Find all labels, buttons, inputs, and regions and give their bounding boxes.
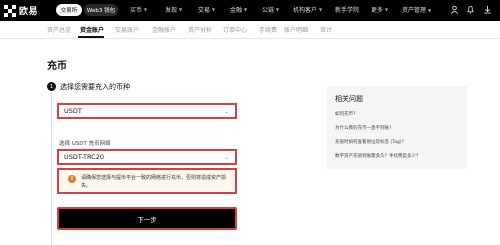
subtab-finance-account[interactable]: 金融账户 bbox=[152, 25, 176, 34]
subtab-asset-overview[interactable]: 资产总览 bbox=[47, 25, 71, 34]
tab-web3-wallet[interactable]: Web3 钱包 bbox=[84, 4, 118, 16]
coin-select-value: USDT bbox=[64, 107, 82, 115]
nav-item-more[interactable]: 更多 ▼ bbox=[371, 5, 388, 14]
chevron-down-icon: ▼ bbox=[212, 7, 216, 12]
nav-label: 更多 bbox=[371, 7, 384, 14]
chevron-down-icon: ▼ bbox=[319, 7, 323, 12]
nav-item-trade[interactable]: 交易 ▼ bbox=[198, 5, 215, 14]
nav-label: 买币 bbox=[130, 7, 143, 14]
active-tab-indicator bbox=[78, 36, 104, 38]
nav-item-institutional[interactable]: 机构客户 ▼ bbox=[293, 5, 322, 14]
user-icon[interactable] bbox=[450, 5, 459, 14]
faq-link[interactable]: 为什么我的充币一直不到账？ bbox=[335, 125, 459, 131]
subtab-trading-account[interactable]: 交易账户 bbox=[115, 25, 139, 34]
nav-label: 新手学院 bbox=[335, 7, 360, 14]
faq-link[interactable]: 数字资产充值到账需多久？手续费是多少？ bbox=[335, 153, 459, 159]
chevron-down-icon: ▼ bbox=[385, 7, 389, 12]
nav-item-discover[interactable]: 发现 ▼ bbox=[165, 5, 182, 14]
network-warning-notice: ! 请确保您选择与提币平台一致的网络进行充币，否则将造成资产损失。 bbox=[57, 168, 237, 194]
network-select-label: 选择 USDT 充币网络 bbox=[59, 141, 111, 147]
subtab-fees[interactable]: 手续费 bbox=[259, 25, 277, 34]
related-questions-title: 相关问题 bbox=[335, 95, 363, 103]
coin-select[interactable]: USDT ⌄ bbox=[57, 103, 237, 119]
step-connector-line bbox=[51, 92, 52, 245]
account-subnav: 资产总览 资金账户 交易账户 金融账户 资产分析 订单中心 手续费 账户明细 审… bbox=[0, 21, 500, 39]
asset-management-menu[interactable]: 资产管理 ▼ bbox=[402, 5, 431, 14]
next-step-button[interactable]: 下一步 bbox=[57, 207, 237, 230]
asset-management-label: 资产管理 bbox=[402, 7, 427, 14]
faq-link[interactable]: 充值时如何查看地址及标签 (Tag)？ bbox=[335, 139, 459, 145]
nav-label: 金融 bbox=[230, 7, 243, 14]
subtab-audit[interactable]: 审计 bbox=[320, 25, 332, 34]
related-questions-panel: 相关问题 如何充币？ 为什么我的充币一直不到账？ 充值时如何查看地址及标签 (T… bbox=[327, 86, 467, 169]
nav-item-finance[interactable]: 金融 ▼ bbox=[230, 5, 247, 14]
logo-text: 欧易 bbox=[19, 7, 39, 17]
top-navbar: 欧易 交易所 Web3 钱包 买币 ▼ 发现 ▼ 交易 ▼ 金融 ▼ 公链 ▼ 机构客户 ▼… bbox=[0, 0, 500, 21]
nav-label: 公链 bbox=[262, 7, 275, 14]
chevron-down-icon: ▼ bbox=[428, 8, 432, 13]
subtab-asset-analysis[interactable]: 资产分析 bbox=[188, 25, 212, 34]
subtab-order-center[interactable]: 订单中心 bbox=[223, 25, 247, 34]
network-select-value: USDT-TRC20 bbox=[64, 153, 104, 161]
subtab-funding-account[interactable]: 资金账户 bbox=[80, 25, 104, 34]
step-title: 选择您需要充入的币种 bbox=[60, 83, 130, 91]
tab-exchange[interactable]: 交易所 bbox=[56, 4, 82, 16]
warning-text: 请确保您选择与提币平台一致的网络进行充币，否则将造成资产损失。 bbox=[81, 175, 227, 189]
page-title: 充币 bbox=[47, 61, 67, 72]
okx-logo-icon bbox=[4, 4, 16, 17]
bell-icon[interactable] bbox=[466, 5, 475, 14]
step-number-badge: 1 bbox=[47, 82, 56, 91]
nav-item-academy[interactable]: 新手学院 bbox=[335, 5, 359, 14]
nav-label: 交易 bbox=[198, 7, 211, 14]
download-icon[interactable] bbox=[483, 5, 492, 14]
nav-label: 机构客户 bbox=[293, 7, 318, 14]
chevron-down-icon: ▼ bbox=[144, 7, 148, 12]
okx-logo[interactable]: 欧易 bbox=[4, 3, 38, 18]
chevron-down-icon: ⌄ bbox=[223, 154, 229, 161]
faq-link[interactable]: 如何充币？ bbox=[335, 111, 459, 117]
chevron-down-icon: ▼ bbox=[179, 7, 183, 12]
nav-label: 发现 bbox=[165, 7, 178, 14]
nav-item-buy[interactable]: 买币 ▼ bbox=[130, 5, 147, 14]
chevron-down-icon: ▼ bbox=[276, 7, 280, 12]
nav-item-chain[interactable]: 公链 ▼ bbox=[262, 5, 279, 14]
network-select[interactable]: USDT-TRC20 ⌄ bbox=[57, 149, 237, 165]
warning-icon: ! bbox=[68, 175, 76, 183]
chevron-down-icon: ⌄ bbox=[223, 108, 229, 115]
chevron-down-icon: ▼ bbox=[244, 7, 248, 12]
subtab-account-details[interactable]: 账户明细 bbox=[284, 25, 308, 34]
